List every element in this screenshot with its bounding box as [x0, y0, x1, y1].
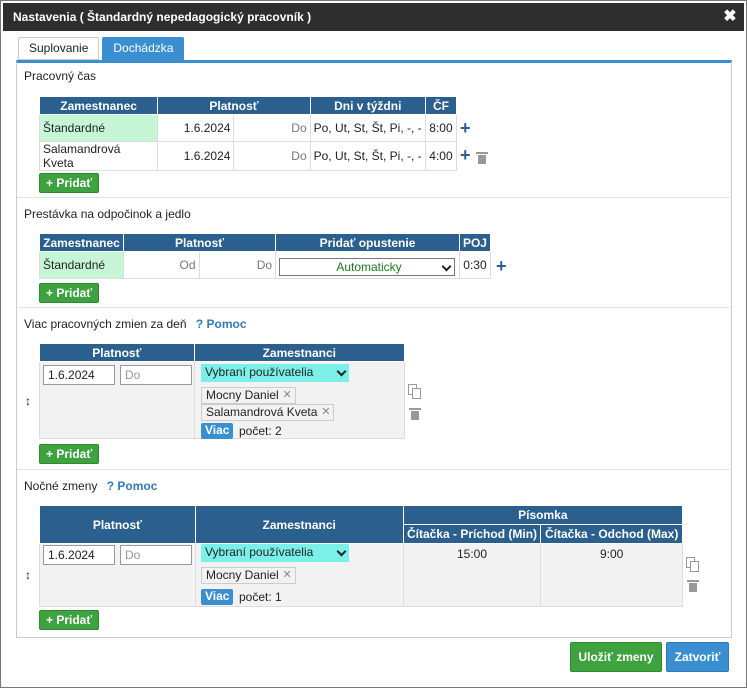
remove-icon[interactable]: ✕	[321, 405, 330, 420]
work-time-title: Pracovný čas	[24, 69, 97, 83]
valid-from[interactable]: Od	[122, 251, 200, 279]
table-row: Salamandrová Kveta 1.6.2024 Do Po, Ut, S…	[38, 141, 458, 171]
divider	[17, 197, 731, 198]
chevron-down-icon	[336, 366, 347, 377]
night-shift-title: Nočné zmeny ? Pomoc	[24, 479, 157, 493]
attendance-panel: Pracovný čas Zamestnanec Platnosť Dni v …	[16, 60, 732, 638]
copy-icon[interactable]	[408, 384, 422, 399]
chevron-down-icon	[336, 546, 347, 557]
users-select[interactable]: Vybraní používatelia	[201, 364, 349, 382]
help-link[interactable]: ? Pomoc	[196, 317, 247, 331]
user-chip: Salamandrová Kveta ✕	[201, 404, 335, 421]
user-count-text: počet: 2	[239, 424, 282, 438]
close-icon[interactable]: ✖	[722, 3, 738, 31]
dialog-titlebar: Nastavenia ( Štandardný nepedagogický pr…	[3, 3, 744, 31]
poj-cell[interactable]: 0:30	[458, 251, 492, 279]
cf-cell[interactable]: 4:00	[424, 141, 458, 171]
cf-cell[interactable]: 8:00	[424, 114, 458, 142]
remove-icon[interactable]: ✕	[282, 388, 291, 403]
tab-bar: Suplovanie Dochádzka	[18, 37, 187, 60]
valid-to-input[interactable]: Do	[120, 545, 192, 565]
departure-cell[interactable]: 9:00	[540, 543, 683, 607]
tab-suplovanie[interactable]: Suplovanie	[18, 37, 100, 60]
col-validity: Platnosť	[122, 233, 277, 252]
col-validity: Platnosť	[39, 343, 195, 362]
add-break-button[interactable]: + Pridať	[39, 283, 100, 303]
valid-to[interactable]: Do	[233, 141, 311, 171]
valid-from[interactable]: 1.6.2024	[157, 141, 235, 171]
remove-icon[interactable]: ✕	[282, 568, 291, 583]
chevron-down-icon	[441, 261, 452, 272]
user-chip: Mocny Daniel ✕	[201, 387, 296, 404]
trash-icon[interactable]	[476, 151, 488, 164]
employee-cell[interactable]: Štandardné	[39, 251, 124, 279]
save-button[interactable]: Uložiť zmeny	[570, 642, 662, 672]
valid-to-input[interactable]: Do	[120, 365, 192, 385]
user-count: počet: 2	[239, 424, 282, 438]
break-title: Prestávka na odpočinok a jedlo	[24, 207, 191, 221]
col-cf: ČF	[424, 96, 458, 115]
col-arrival: Čítačka - Príchod (Min)	[402, 524, 542, 544]
chip-label: Mocny Daniel	[206, 568, 279, 582]
trash-icon[interactable]	[687, 579, 699, 592]
add-row-icon[interactable]: +	[460, 118, 471, 139]
divider	[17, 307, 731, 308]
col-employees: Zamestnanci	[193, 343, 406, 362]
divider	[17, 469, 731, 470]
chip-label: Mocny Daniel	[206, 388, 279, 402]
copy-icon[interactable]	[686, 557, 700, 572]
close-button[interactable]: Zatvoriť	[666, 642, 729, 672]
settings-dialog: Nastavenia ( Štandardný nepedagogický pr…	[0, 0, 747, 688]
add-row-icon[interactable]: +	[496, 256, 507, 277]
multi-shift-title: Viac pracovných zmien za deň ? Pomoc	[24, 317, 247, 331]
employee-cell[interactable]: Štandardné	[38, 114, 159, 142]
col-validity: Platnosť	[157, 96, 311, 115]
add-row-icon[interactable]: +	[460, 145, 471, 166]
days-cell[interactable]: Po, Ut, St, Št, Pi, -, -	[309, 114, 426, 142]
users-select[interactable]: Vybraní používatelia	[201, 544, 349, 562]
valid-from-input[interactable]: 1.6.2024	[43, 545, 115, 565]
user-chip: Mocny Daniel ✕	[201, 567, 296, 584]
dialog-title: Nastavenia ( Štandardný nepedagogický pr…	[13, 10, 312, 24]
user-count-text: počet: 1	[239, 590, 282, 604]
employee-cell[interactable]: Salamandrová Kveta	[38, 141, 159, 171]
more-button[interactable]: Viac	[201, 423, 234, 439]
valid-to[interactable]: Do	[233, 114, 311, 142]
drag-handle-icon[interactable]: ↕	[25, 394, 31, 408]
valid-from-input[interactable]: 1.6.2024	[43, 365, 115, 385]
col-employee: Zamestnanec	[39, 233, 124, 252]
col-employees: Zamestnanci	[194, 505, 404, 544]
add-work-time-button[interactable]: + Pridať	[39, 173, 100, 193]
valid-from[interactable]: 1.6.2024	[157, 114, 235, 142]
user-count: počet: 1	[239, 590, 282, 604]
trash-icon[interactable]	[409, 407, 421, 420]
chip-label: Salamandrová Kveta	[206, 405, 318, 419]
help-link[interactable]: ? Pomoc	[107, 479, 158, 493]
col-days: Dni v týždni	[309, 96, 426, 115]
col-poj: POJ	[458, 233, 492, 252]
days-cell[interactable]: Po, Ut, St, Št, Pi, -, -	[309, 141, 426, 171]
tab-dochadzka[interactable]: Dochádzka	[102, 37, 185, 60]
leave-select[interactable]: Automaticky	[279, 258, 455, 276]
more-button[interactable]: Viac	[201, 589, 234, 605]
users-select-value: Vybraní používatelia	[205, 545, 314, 559]
col-group: Písomka	[402, 505, 684, 525]
col-validity: Platnosť	[39, 505, 196, 544]
work-time-table: Zamestnanec Platnosť Dni v týždni ČF Šta…	[38, 96, 458, 171]
col-employee: Zamestnanec	[38, 96, 159, 115]
add-multi-shift-button[interactable]: + Pridať	[39, 444, 100, 464]
multi-shift-title-text: Viac pracovných zmien za deň	[24, 317, 187, 331]
add-night-shift-button[interactable]: + Pridať	[39, 610, 100, 630]
col-departure: Čítačka - Odchod (Max)	[540, 524, 683, 544]
table-row: Štandardné 1.6.2024 Do Po, Ut, St, Št, P…	[38, 114, 458, 142]
arrival-cell[interactable]: 15:00	[402, 543, 542, 607]
drag-handle-icon[interactable]: ↕	[25, 568, 31, 582]
leave-select-value: Automaticky	[336, 260, 402, 274]
col-leave: Pridať opustenie	[275, 233, 460, 252]
users-select-value: Vybraní používatelia	[205, 365, 314, 379]
valid-to[interactable]: Do	[198, 251, 277, 279]
night-shift-title-text: Nočné zmeny	[24, 479, 98, 493]
